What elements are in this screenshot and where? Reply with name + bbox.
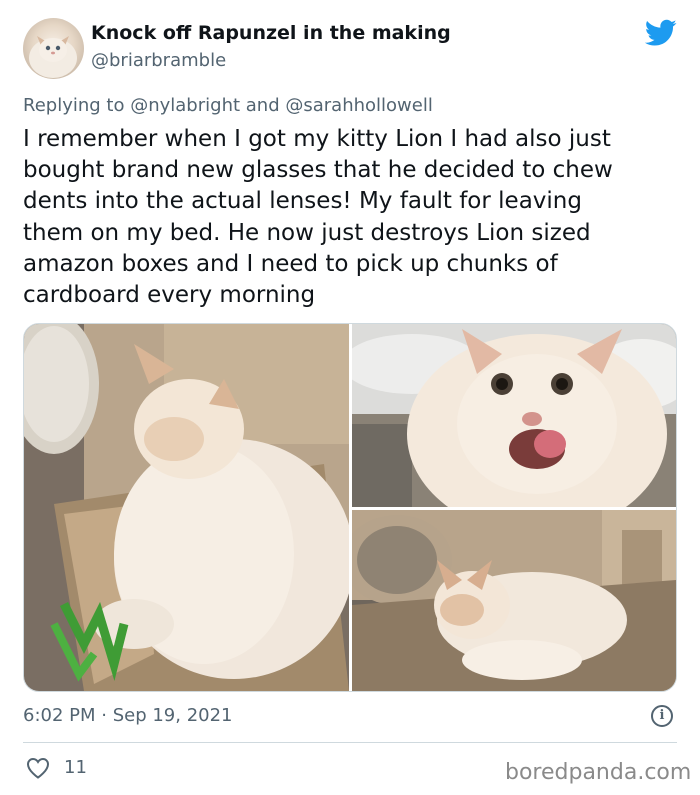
tweet-text-line: them on my bed. He now just destroys Lio… bbox=[23, 219, 591, 246]
photo-cat-licking-lips[interactable] bbox=[352, 324, 676, 507]
tweet-text-line: amazon boxes and I need to pick up chunk… bbox=[23, 250, 558, 277]
tweet-text: I remember when I got my kitty Lion I ha… bbox=[23, 124, 683, 311]
tweet-text-line: cardboard every morning bbox=[23, 282, 316, 309]
heart-icon[interactable] bbox=[26, 757, 50, 779]
twitter-bird-icon[interactable] bbox=[645, 19, 677, 47]
avatar[interactable] bbox=[23, 18, 84, 79]
media-grid bbox=[23, 323, 677, 692]
like-count: 11 bbox=[64, 757, 87, 778]
cat-avatar-icon bbox=[29, 36, 77, 78]
tweet-timestamp[interactable]: 6:02 PM · Sep 19, 2021 bbox=[23, 705, 233, 726]
reply-prefix: Replying to bbox=[23, 95, 125, 116]
author-handle[interactable]: @briarbramble bbox=[91, 50, 226, 71]
tweet-text-line: I remember when I got my kitty Lion I ha… bbox=[23, 126, 611, 152]
mention-link[interactable]: @sarahhollowell bbox=[285, 95, 432, 116]
photo-cat-lying-in-box[interactable] bbox=[352, 510, 676, 691]
tweet-text-line: bought brand new glasses that he decided… bbox=[23, 157, 613, 184]
reply-joiner: and bbox=[245, 95, 280, 116]
divider bbox=[23, 742, 677, 743]
tweet-text-line: dents into the actual lenses! My fault f… bbox=[23, 188, 582, 215]
author-display-name[interactable]: Knock off Rapunzel in the making bbox=[91, 22, 451, 44]
reply-context: Replying to @nylabright and @sarahhollow… bbox=[23, 95, 433, 116]
mention-link[interactable]: @nylabright bbox=[130, 95, 240, 116]
info-icon[interactable]: i bbox=[651, 705, 673, 727]
watermark: boredpanda.com bbox=[505, 760, 692, 785]
photo-cat-sleeping-in-box[interactable] bbox=[24, 324, 349, 691]
